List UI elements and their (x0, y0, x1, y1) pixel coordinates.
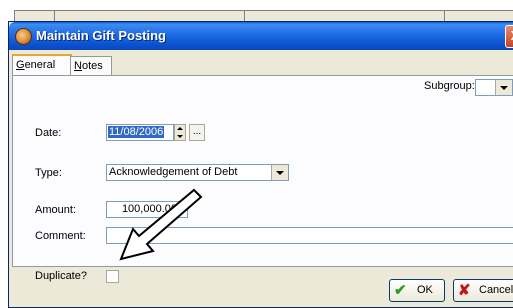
arrow-annotation (119, 188, 203, 261)
